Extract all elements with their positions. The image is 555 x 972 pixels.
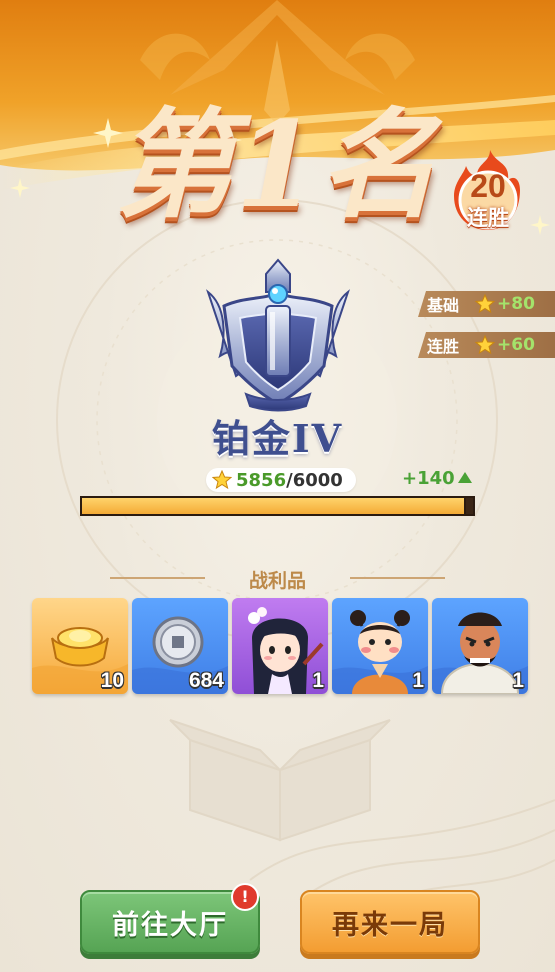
loot-item-coin[interactable]: 684 (132, 598, 228, 694)
loot-count: 1 (412, 669, 424, 692)
score-current: 5856 (236, 469, 287, 491)
score-gain-value: +140 (402, 468, 455, 489)
streak-label: 连胜 (467, 206, 509, 230)
streak-count: 20 (470, 168, 506, 204)
bonus-streak-label: 连胜 (427, 337, 460, 356)
loot-count: 1 (512, 669, 524, 692)
star-icon (475, 335, 495, 355)
loot-item-hero-girl[interactable]: 1 (232, 598, 328, 694)
score-pill: 5856/6000 (206, 468, 356, 492)
bonus-streak-value: +60 (497, 335, 535, 355)
loot-count: 10 (100, 669, 124, 692)
streak-badge: 20 连胜 (450, 150, 526, 232)
rank-progress-bar (80, 496, 475, 516)
tier-name: 铂金IV (211, 416, 344, 461)
loot-count: 1 (312, 669, 324, 692)
star-icon (212, 470, 232, 490)
score-gain: +140 (402, 468, 472, 489)
arrow-up-icon (457, 472, 472, 483)
bonus-base-value: +80 (497, 294, 535, 314)
loot-item-hero-warrior[interactable]: 1 (432, 598, 528, 694)
loot-item-gold[interactable]: 10 (32, 598, 128, 694)
score-max: 6000 (292, 469, 343, 491)
star-icon (475, 294, 495, 314)
score-separator: / (286, 469, 293, 491)
platinum-tier-emblem-icon (206, 258, 350, 412)
play-again-button[interactable]: 再来一局 (300, 890, 480, 954)
loot-title: 战利品 (248, 570, 306, 592)
loot-item-hero-boy[interactable]: 1 (332, 598, 428, 694)
bonus-base-label: 基础 (427, 296, 460, 315)
bonus-base: 基础 +80 (418, 291, 555, 317)
rank-progress-fill (82, 498, 466, 514)
loot-count: 684 (188, 669, 224, 692)
loot-list: 10 684 1 1 1 (32, 598, 528, 694)
gift-box-watermark-icon (169, 719, 391, 842)
notification-badge: ! (231, 883, 259, 911)
result-screen: 第1名 20 连胜 基础 +80 连胜 +60 铂金IV 5856 / 6000… (0, 0, 555, 972)
bonus-streak: 连胜 +60 (418, 332, 555, 358)
